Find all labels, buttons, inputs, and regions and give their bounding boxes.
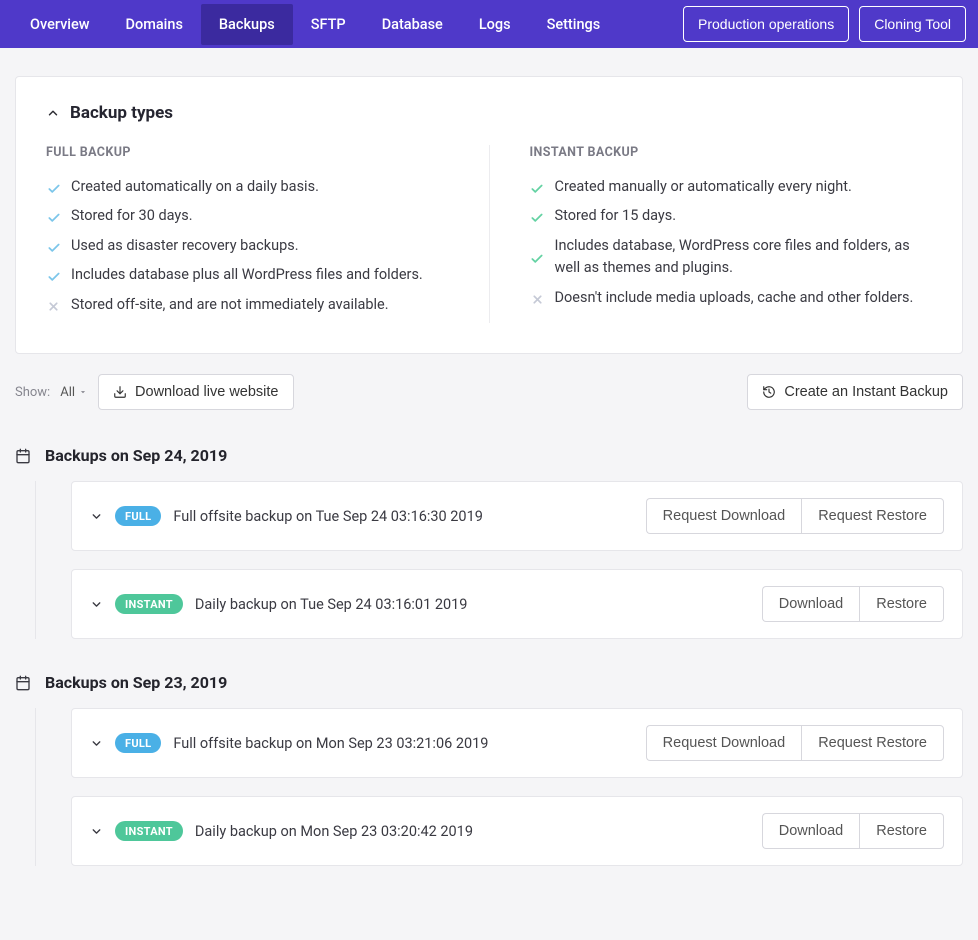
backup-types-toggle[interactable]: Backup types xyxy=(46,103,932,123)
request-download-button[interactable]: Request Download xyxy=(646,498,802,534)
feature-text: Stored for 30 days. xyxy=(71,205,193,227)
backup-actions: Request DownloadRequest Restore xyxy=(646,725,944,761)
instant-badge: INSTANT xyxy=(115,594,183,614)
feature-item: Stored for 30 days. xyxy=(46,205,449,227)
feature-text: Includes database, WordPress core files … xyxy=(555,235,933,280)
check-icon xyxy=(46,267,61,286)
request-download-button[interactable]: Request Download xyxy=(646,725,802,761)
backup-description: Daily backup on Mon Sep 23 03:20:42 2019 xyxy=(195,823,473,840)
tab-logs[interactable]: Logs xyxy=(461,4,529,45)
request-restore-button[interactable]: Request Restore xyxy=(801,498,944,534)
backup-group-title: Backups on Sep 24, 2019 xyxy=(45,446,227,465)
instant-backup-column: INSTANT BACKUP Created manually or autom… xyxy=(490,145,933,323)
backup-row: FULL Full offsite backup on Mon Sep 23 03… xyxy=(71,708,963,778)
check-icon xyxy=(530,238,545,280)
feature-item: Used as disaster recovery backups. xyxy=(46,235,449,257)
instant-badge: INSTANT xyxy=(115,821,183,841)
tab-sftp[interactable]: SFTP xyxy=(293,4,364,45)
request-restore-button[interactable]: Request Restore xyxy=(801,725,944,761)
tab-domains[interactable]: Domains xyxy=(108,4,201,45)
backup-row: INSTANT Daily backup on Tue Sep 24 03:16:… xyxy=(71,569,963,639)
show-label: Show: xyxy=(15,385,50,400)
download-icon xyxy=(113,385,127,399)
backup-description: Daily backup on Tue Sep 24 03:16:01 2019 xyxy=(195,596,468,613)
feature-text: Stored off-site, and are not immediately… xyxy=(71,294,389,316)
backup-group-header: Backups on Sep 23, 2019 xyxy=(15,673,963,692)
check-icon xyxy=(530,208,545,227)
download-button[interactable]: Download xyxy=(762,813,860,849)
feature-item: Created automatically on a daily basis. xyxy=(46,176,449,198)
content: Backup types FULL BACKUP Created automat… xyxy=(0,48,978,940)
backup-description: Full offsite backup on Tue Sep 24 03:16:… xyxy=(173,508,482,525)
chevron-down-icon[interactable] xyxy=(90,598,103,611)
toolbar: Show: All Download live website Create a… xyxy=(15,374,963,410)
backup-actions: DownloadRestore xyxy=(762,813,944,849)
chevron-down-icon[interactable] xyxy=(90,737,103,750)
feature-text: Includes database plus all WordPress fil… xyxy=(71,264,423,286)
cross-icon xyxy=(530,290,545,309)
feature-text: Doesn't include media uploads, cache and… xyxy=(555,287,914,309)
history-icon xyxy=(762,385,776,399)
check-icon xyxy=(530,179,545,198)
backup-types-title: Backup types xyxy=(70,103,173,123)
tab-settings[interactable]: Settings xyxy=(529,4,619,45)
backup-description: Full offsite backup on Mon Sep 23 03:21:… xyxy=(173,735,488,752)
backup-group-header: Backups on Sep 24, 2019 xyxy=(15,446,963,465)
calendar-icon xyxy=(15,675,31,691)
backup-list: FULL Full offsite backup on Tue Sep 24 03… xyxy=(35,481,963,639)
tab-overview[interactable]: Overview xyxy=(12,4,108,45)
tab-database[interactable]: Database xyxy=(364,4,461,45)
production-operations-button[interactable]: Production operations xyxy=(683,6,849,42)
instant-backup-heading: INSTANT BACKUP xyxy=(530,145,933,160)
feature-item: Includes database, WordPress core files … xyxy=(530,235,933,280)
navbar: OverviewDomainsBackupsSFTPDatabaseLogsSe… xyxy=(0,0,978,48)
download-live-website-button[interactable]: Download live website xyxy=(98,374,293,410)
backup-list: FULL Full offsite backup on Mon Sep 23 03… xyxy=(35,708,963,866)
feature-text: Used as disaster recovery backups. xyxy=(71,235,299,257)
restore-button[interactable]: Restore xyxy=(859,813,944,849)
backup-row: FULL Full offsite backup on Tue Sep 24 03… xyxy=(71,481,963,551)
feature-item: Doesn't include media uploads, cache and… xyxy=(530,287,933,309)
feature-item: Created manually or automatically every … xyxy=(530,176,933,198)
cloning-tool-button[interactable]: Cloning Tool xyxy=(859,6,966,42)
calendar-icon xyxy=(15,448,31,464)
chevron-up-icon xyxy=(46,106,60,120)
full-backup-column: FULL BACKUP Created automatically on a d… xyxy=(46,145,490,323)
feature-text: Created automatically on a daily basis. xyxy=(71,176,319,198)
feature-item: Includes database plus all WordPress fil… xyxy=(46,264,449,286)
backup-actions: Request DownloadRequest Restore xyxy=(646,498,944,534)
chevron-down-icon[interactable] xyxy=(90,825,103,838)
feature-item: Stored off-site, and are not immediately… xyxy=(46,294,449,316)
backup-group-title: Backups on Sep 23, 2019 xyxy=(45,673,227,692)
feature-text: Created manually or automatically every … xyxy=(555,176,852,198)
check-icon xyxy=(46,179,61,198)
download-button[interactable]: Download xyxy=(762,586,860,622)
tab-backups[interactable]: Backups xyxy=(201,4,293,45)
full-badge: FULL xyxy=(115,733,161,753)
cross-icon xyxy=(46,297,61,316)
feature-item: Stored for 15 days. xyxy=(530,205,933,227)
check-icon xyxy=(46,208,61,227)
backup-actions: DownloadRestore xyxy=(762,586,944,622)
feature-text: Stored for 15 days. xyxy=(555,205,677,227)
create-instant-backup-button[interactable]: Create an Instant Backup xyxy=(747,374,963,410)
full-backup-heading: FULL BACKUP xyxy=(46,145,449,160)
restore-button[interactable]: Restore xyxy=(859,586,944,622)
check-icon xyxy=(46,238,61,257)
backup-row: INSTANT Daily backup on Mon Sep 23 03:20:… xyxy=(71,796,963,866)
backup-types-card: Backup types FULL BACKUP Created automat… xyxy=(15,76,963,354)
full-badge: FULL xyxy=(115,506,161,526)
chevron-down-icon[interactable] xyxy=(90,510,103,523)
filter-dropdown[interactable]: All xyxy=(60,385,88,400)
